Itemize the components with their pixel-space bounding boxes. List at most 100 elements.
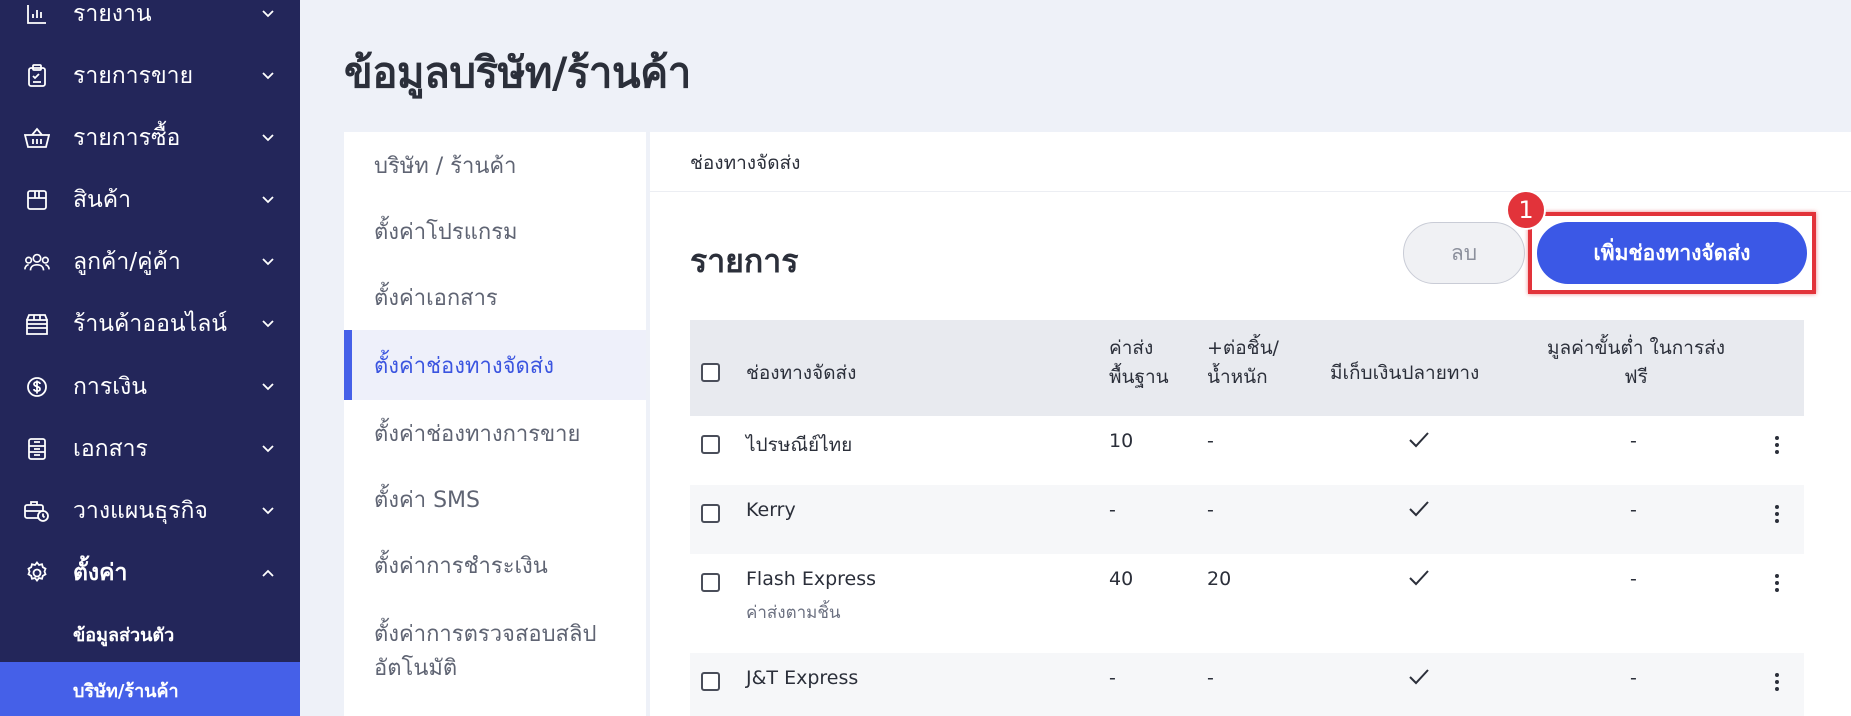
sidebar-item-label: ลูกค้า/คู่ค้า bbox=[73, 249, 181, 275]
sidebar-item-reports[interactable]: รายงาน bbox=[0, 0, 300, 42]
menu-item-company[interactable]: บริษัท / ร้านค้า bbox=[344, 132, 646, 198]
document-icon bbox=[24, 436, 50, 462]
sidebar-item-products[interactable]: สินค้า bbox=[0, 172, 300, 228]
sidebar-item-label: การเงิน bbox=[73, 374, 148, 400]
column-header-cod: มีเก็บเงินปลายทาง bbox=[1330, 362, 1480, 384]
sidebar-item-label: รายการซื้อ bbox=[73, 125, 181, 151]
per-item-fee: - bbox=[1207, 430, 1214, 452]
row-checkbox[interactable] bbox=[701, 435, 720, 454]
base-fee: 40 bbox=[1109, 568, 1134, 590]
delete-button[interactable]: ลบ bbox=[1403, 222, 1525, 284]
menu-item-sms-settings[interactable]: ตั้งค่า SMS bbox=[344, 466, 646, 532]
chevron-down-icon bbox=[260, 68, 276, 84]
menu-item-program-settings[interactable]: ตั้งค่าโปรแกรม bbox=[344, 198, 646, 264]
free-min-value: - bbox=[1630, 667, 1637, 689]
chevron-down-icon bbox=[260, 379, 276, 395]
per-item-fee: - bbox=[1207, 667, 1214, 689]
column-header-base-fee: ค่าส่ง พื้นฐาน bbox=[1109, 337, 1169, 388]
menu-item-document-settings[interactable]: ตั้งค่าเอกสาร bbox=[344, 264, 646, 330]
menu-item-shipping-settings[interactable]: ตั้งค่าช่องทางจัดส่ง bbox=[344, 330, 646, 400]
gear-icon bbox=[24, 560, 50, 586]
sidebar-item-online-store[interactable]: ร้านค้าออนไลน์ bbox=[0, 296, 300, 352]
sidebar-item-label: สินค้า bbox=[73, 187, 132, 213]
sidebar-item-label: รายงาน bbox=[73, 1, 152, 27]
sidebar-item-label: ตั้งค่า bbox=[73, 560, 128, 586]
panel-title: ช่องทางจัดส่ง bbox=[690, 152, 801, 174]
store-icon bbox=[24, 311, 50, 337]
chevron-down-icon bbox=[260, 130, 276, 146]
free-min-value: - bbox=[1630, 499, 1637, 521]
free-min-value: - bbox=[1630, 568, 1637, 590]
table-row[interactable]: ไปรษณีย์ไทย 10 - - bbox=[690, 416, 1804, 485]
step-badge: 1 bbox=[1506, 190, 1546, 230]
chevron-down-icon bbox=[260, 192, 276, 208]
table-row[interactable]: J&T Express - - - bbox=[690, 653, 1804, 716]
menu-item-slip-verification[interactable]: ตั้งค่าการตรวจสอบสลิป อัตโนมัติ bbox=[344, 602, 646, 702]
base-fee: - bbox=[1109, 667, 1116, 689]
sidebar-subitem-profile[interactable]: ข้อมูลส่วนตัว bbox=[0, 606, 300, 662]
chevron-down-icon bbox=[260, 316, 276, 332]
row-checkbox[interactable] bbox=[701, 504, 720, 523]
sidebar-subitem-company[interactable]: บริษัท/ร้านค้า bbox=[0, 662, 300, 716]
shipping-name: Kerry bbox=[746, 499, 796, 521]
bar-chart-icon bbox=[24, 1, 50, 27]
shipping-name: Flash Express bbox=[746, 568, 877, 590]
more-options-icon[interactable] bbox=[1767, 670, 1787, 694]
chevron-down-icon bbox=[260, 503, 276, 519]
more-options-icon[interactable] bbox=[1767, 433, 1787, 457]
page-title: ข้อมูลบริษัท/ร้านค้า bbox=[344, 48, 691, 97]
free-min-value: - bbox=[1630, 430, 1637, 452]
users-icon bbox=[24, 249, 50, 275]
sidebar-subitem-label: ข้อมูลส่วนตัว bbox=[73, 624, 175, 646]
row-checkbox[interactable] bbox=[701, 573, 720, 592]
sidebar-item-purchases[interactable]: รายการซื้อ bbox=[0, 110, 300, 166]
sidebar: รายงาน รายการขาย รายการซื้อ สินค้า ลูกค้… bbox=[0, 0, 300, 716]
sidebar-item-business-planning[interactable]: วางแผนธุรกิจ bbox=[0, 483, 300, 539]
shipping-name: ไปรษณีย์ไทย bbox=[746, 434, 853, 456]
chevron-down-icon bbox=[260, 254, 276, 270]
check-icon bbox=[1409, 570, 1429, 586]
check-icon bbox=[1409, 432, 1429, 448]
menu-item-payment-settings[interactable]: ตั้งค่าการชำระเงิน bbox=[344, 532, 646, 598]
sidebar-item-finance[interactable]: การเงิน bbox=[0, 359, 300, 415]
chevron-down-icon bbox=[260, 441, 276, 457]
chevron-down-icon bbox=[260, 6, 276, 22]
add-shipping-channel-button[interactable]: เพิ่มช่องทางจัดส่ง bbox=[1537, 222, 1807, 284]
shipping-panel: ช่องทางจัดส่ง รายการ ลบ เพิ่มช่องทางจัดส… bbox=[650, 132, 1851, 716]
shipping-subtitle: ค่าส่งตามชิ้น bbox=[746, 603, 841, 623]
sidebar-item-label: ร้านค้าออนไลน์ bbox=[73, 311, 228, 337]
box-icon bbox=[24, 187, 50, 213]
column-header-per-item: +ต่อชิ้น/ น้ำหนัก bbox=[1207, 337, 1279, 388]
check-icon bbox=[1409, 669, 1429, 685]
base-fee: - bbox=[1109, 499, 1116, 521]
sidebar-item-settings[interactable]: ตั้งค่า bbox=[0, 545, 300, 601]
column-header-name: ช่องทางจัดส่ง bbox=[746, 362, 857, 384]
sidebar-item-sales[interactable]: รายการขาย bbox=[0, 48, 300, 104]
list-title: รายการ bbox=[690, 242, 799, 280]
table-row[interactable]: Flash Express ค่าส่งตามชิ้น 40 20 - bbox=[690, 554, 1804, 653]
select-all-checkbox[interactable] bbox=[701, 363, 720, 382]
sidebar-item-label: รายการขาย bbox=[73, 63, 194, 89]
table-row[interactable]: Kerry - - - bbox=[690, 485, 1804, 554]
menu-item-sales-channel-settings[interactable]: ตั้งค่าช่องทางการขาย bbox=[344, 400, 646, 466]
dollar-circle-icon bbox=[24, 374, 50, 400]
sidebar-item-customers[interactable]: ลูกค้า/คู่ค้า bbox=[0, 234, 300, 290]
basket-icon bbox=[24, 125, 50, 151]
more-options-icon[interactable] bbox=[1767, 502, 1787, 526]
base-fee: 10 bbox=[1109, 430, 1134, 452]
sidebar-item-label: เอกสาร bbox=[73, 436, 148, 462]
more-options-icon[interactable] bbox=[1767, 571, 1787, 595]
shipping-name: J&T Express bbox=[746, 667, 859, 689]
menu-item-label-line2: อัตโนมัติ bbox=[374, 656, 458, 681]
row-checkbox[interactable] bbox=[701, 672, 720, 691]
chevron-up-icon bbox=[260, 565, 276, 581]
table-header: ช่องทางจัดส่ง ค่าส่ง พื้นฐาน +ต่อชิ้น/ น… bbox=[690, 320, 1804, 416]
column-header-free-min: มูลค่าขั้นต่ำ ในการส่ง ฟรี bbox=[1546, 337, 1726, 388]
check-icon bbox=[1409, 501, 1429, 517]
panel-header: ช่องทางจัดส่ง bbox=[650, 132, 1851, 192]
sidebar-subitem-label: บริษัท/ร้านค้า bbox=[73, 680, 179, 702]
briefcase-clock-icon bbox=[24, 498, 50, 524]
settings-menu: บริษัท / ร้านค้า ตั้งค่าโปรแกรม ตั้งค่าเ… bbox=[344, 132, 646, 716]
sidebar-item-documents[interactable]: เอกสาร bbox=[0, 421, 300, 477]
per-item-fee: - bbox=[1207, 499, 1214, 521]
